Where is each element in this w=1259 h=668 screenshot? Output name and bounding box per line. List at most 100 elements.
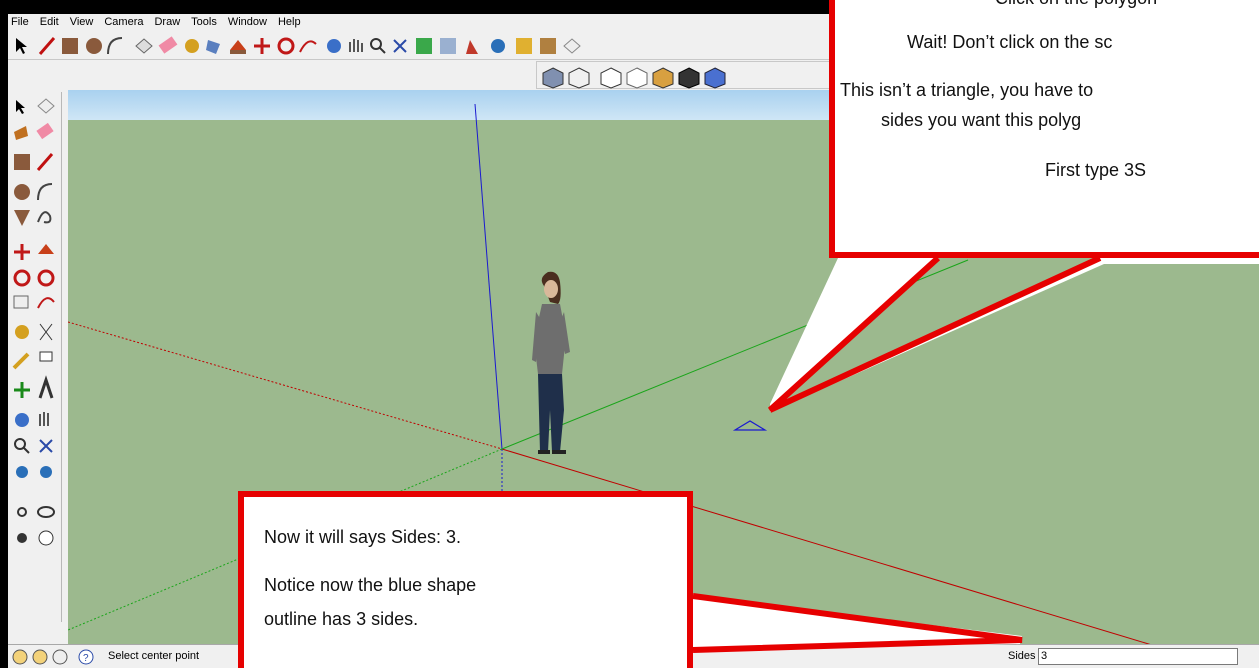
callout-top: Click on the polygon Wait! Don’t click o… [829,0,1259,258]
shaded-style-icon[interactable] [626,67,648,89]
callout-top-line2: Wait! Don’t click on the sc [907,32,1113,52]
status-hint: Select center point [108,650,200,662]
freehand-palette-icon[interactable] [37,211,52,224]
views-toolbar [536,61,866,89]
toolbar-icons [16,36,581,55]
select-icon[interactable] [16,100,25,114]
red-axis-dotted [68,321,503,450]
circle-tool-icon[interactable] [86,38,102,54]
next-view-palette-icon[interactable] [40,466,52,478]
measurements-input[interactable]: 3 [1038,648,1238,665]
palette-icons [12,98,55,546]
tool-palette [8,92,62,622]
menu-camera[interactable]: Camera [104,16,143,28]
component-make-icon[interactable] [37,98,55,114]
callout-top-line1: Click on the polygon [995,0,1157,9]
protractor-palette-icon[interactable] [12,352,30,370]
tape-measure-icon[interactable] [185,39,199,53]
text-palette-icon[interactable] [39,351,53,362]
arc-palette-icon[interactable] [37,183,53,201]
move-palette-icon[interactable] [14,244,30,260]
zoom-extents-icon[interactable] [393,39,407,53]
menu-window[interactable]: Window [228,16,267,28]
monochrome-style-icon[interactable] [678,67,700,89]
geo-location-icon[interactable] [12,649,28,665]
look-around-palette-icon[interactable] [37,506,55,518]
paint-icon[interactable] [14,126,28,140]
rectangle-palette-icon[interactable] [14,154,30,170]
svg-text:?: ? [83,653,89,664]
xray-style-icon[interactable] [542,67,564,89]
pan-palette-icon[interactable] [39,412,49,426]
blue-axis [474,103,503,450]
tape-palette-icon[interactable] [15,325,29,339]
3d-text-palette-icon[interactable] [38,375,54,399]
zoom-window-palette-icon[interactable] [39,439,53,453]
iso-view-icon[interactable] [704,67,726,89]
offset-palette-icon[interactable] [37,297,55,309]
axes-palette-icon[interactable] [14,382,30,398]
measurements-label: Sides [1008,650,1036,662]
rectangle-tool-icon[interactable] [62,38,78,54]
menu-file[interactable]: File [11,16,29,28]
get-photo-texture-icon[interactable] [516,38,532,54]
menu-edit[interactable]: Edit [40,16,59,28]
rotate-icon[interactable] [277,37,295,55]
follow-me-icon[interactable] [299,40,317,53]
dimension-palette-icon[interactable] [39,323,53,341]
previous-view-palette-icon[interactable] [16,466,28,478]
status-icons: ? [12,649,94,665]
polygon-palette-icon[interactable] [14,210,30,226]
person-figure [532,271,570,454]
callout-bottom-line1: Now it will says Sides: 3. [264,527,462,547]
zoom-palette-icon[interactable] [14,438,30,454]
menu-draw[interactable]: Draw [154,16,180,28]
callout-top-line4: sides you want this polyg [881,110,1082,130]
toggle-terrain-icon[interactable] [440,38,456,54]
make-component-icon[interactable] [135,38,153,54]
walk-palette-icon[interactable] [17,533,27,543]
section-plane-icon[interactable] [563,38,581,54]
green-axis [501,259,969,450]
followme-palette-icon[interactable] [37,269,55,287]
triangle-outline [732,420,768,431]
get-models-icon[interactable] [466,40,478,54]
push-pull-icon[interactable] [230,40,246,54]
hidden-line-style-icon[interactable] [600,67,622,89]
component-icon[interactable] [540,38,556,54]
credits-icon[interactable] [32,649,48,665]
views-icons [542,67,726,89]
section-palette-icon[interactable] [38,530,54,546]
help-icon[interactable]: ? [78,649,94,665]
menu-tools[interactable]: Tools [191,16,217,28]
callout-bottom-line2: Notice now the blue shape [264,575,477,595]
orbit-palette-icon[interactable] [15,413,29,427]
arc-tool-icon[interactable] [107,37,123,55]
menu-help[interactable]: Help [278,16,301,28]
callout-bottom: Now it will says Sides: 3. Notice now th… [238,491,693,668]
orbit-icon[interactable] [327,39,341,53]
pan-icon[interactable] [349,39,363,52]
share-model-icon[interactable] [491,39,505,53]
wireframe-style-icon[interactable] [568,67,590,89]
pushpull-palette-icon[interactable] [38,244,54,254]
rotate-palette-icon[interactable] [13,269,31,287]
select-tool-icon[interactable] [16,38,27,54]
menu-view[interactable]: View [70,16,94,28]
eraser-icon[interactable] [158,36,178,54]
user-icon[interactable] [52,649,68,665]
eraser-palette-icon[interactable] [36,122,54,140]
callout-bottom-line3: outline has 3 sides. [264,609,419,629]
move-icon[interactable] [254,38,270,54]
paint-bucket-icon[interactable] [206,40,220,54]
callout-top-line5: First type 3S [1045,160,1147,180]
add-location-icon[interactable] [416,38,432,54]
callout-top-line3: This isn’t a triangle, you have to [840,80,1094,100]
line-tool-icon[interactable] [38,37,56,55]
shaded-textures-style-icon[interactable] [652,67,674,89]
circle-palette-icon[interactable] [14,184,30,200]
line-palette-icon[interactable] [36,153,54,171]
scale-palette-icon[interactable] [13,295,29,309]
position-camera-palette-icon[interactable] [17,507,27,517]
zoom-icon[interactable] [370,38,386,54]
